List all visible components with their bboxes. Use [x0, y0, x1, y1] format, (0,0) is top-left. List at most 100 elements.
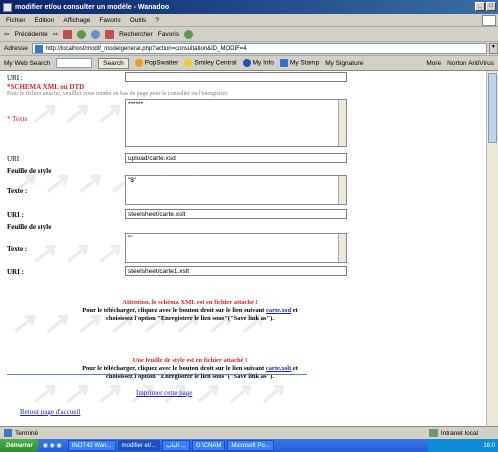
texte-label: * Texte [7, 115, 28, 123]
address-dropdown-button[interactable]: ▼ [488, 43, 498, 54]
window-controls: _ □ [475, 2, 496, 11]
standard-toolbar: ⇦ Précédente ⇨ Rechercher Favoris [0, 27, 498, 42]
media-icon[interactable] [105, 29, 115, 39]
zone-label: Intranet local [440, 429, 478, 437]
popswatter-button[interactable]: PopSwatter [134, 59, 179, 67]
norton-antivirus-button[interactable]: Norton AntiVirus [447, 60, 494, 67]
uri2-label: URI [7, 155, 20, 163]
taskbar-item[interactable]: Microsoft Po... [227, 440, 274, 451]
info-icon [242, 59, 251, 67]
favorites-button[interactable]: Favoris [158, 31, 179, 38]
page-content: ↗ ↗ ↗ ↗ ↗ ↗ ↗ ↗ ↗ ↗ ↗ ↗ ↗ ↗ ↗ ↗ ↗ ↗ ↗ ↗ … [0, 71, 498, 439]
carte-xslt-link[interactable]: carte.xslt [266, 365, 291, 372]
notice2-title: Une feuille de style est en fichier atta… [132, 357, 248, 364]
popswatter-icon [134, 59, 143, 67]
taskbar-item[interactable]: INOT42 Wan... [67, 440, 116, 451]
menu-outils[interactable]: Outils [130, 17, 147, 24]
uri2-input[interactable]: upload/carte.xsd [125, 153, 347, 163]
notice2-line1-after: et [292, 365, 298, 372]
address-bar: Adresse http://localhost/modif_modelgene… [0, 42, 498, 56]
notice1-line2: choisissez l'option "Enregistrer le lien… [106, 315, 274, 322]
notice1-line1-text: Pour le télécharger, cliquez avec le bou… [82, 307, 265, 314]
status-text: Terminé [15, 429, 39, 437]
mywebsearch-label[interactable]: My Web Search [4, 60, 50, 67]
page-icon [34, 44, 43, 53]
more-button[interactable]: More [426, 60, 441, 67]
notice1-line1-after: et [292, 307, 298, 314]
home-icon[interactable] [91, 29, 101, 39]
notice2-line1: Pour le télécharger, cliquez avec le bou… [40, 365, 340, 373]
page-scrollbar[interactable] [486, 71, 498, 439]
back-arrow-icon[interactable]: ⇦ [4, 30, 9, 38]
start-button[interactable]: Démarrer [0, 439, 39, 452]
notice1-title: Attention, le schéma XML est en fichier … [122, 299, 258, 306]
uri3-input[interactable]: steelsheet/carte.xslt [125, 209, 347, 219]
window-titlebar: modifier et/ou consulter un modèle - Wan… [0, 0, 498, 14]
texte2-label: Texte : [7, 245, 28, 253]
texte-value: ****** [128, 101, 144, 108]
address-url: http://localhost/modif_modelgeneral.php?… [45, 45, 247, 52]
page-done-icon [4, 429, 12, 437]
horizontal-rule [7, 374, 307, 375]
mysignature-button[interactable]: My Signature [325, 60, 363, 67]
address-input[interactable]: http://localhost/modif_modelgeneral.php?… [31, 43, 487, 54]
stylesheet-attachment-notice: Une feuille de style est en fichier atta… [40, 357, 340, 381]
search-button[interactable]: Rechercher [119, 31, 153, 38]
page-scrollbar-thumb[interactable] [488, 73, 497, 143]
security-zone: Intranet local [428, 429, 478, 437]
menu-affichage[interactable]: Affichage [63, 17, 90, 24]
stamp-icon [279, 59, 288, 67]
uri4-label: URI : [7, 268, 24, 276]
history-icon[interactable] [184, 29, 194, 39]
refresh-icon[interactable] [77, 29, 87, 39]
texte2-textarea[interactable]: "" [125, 233, 347, 263]
address-label: Adresse [4, 45, 28, 52]
taskbar-item[interactable]: G:\CNAM [191, 440, 226, 451]
web-search-input[interactable] [56, 58, 93, 68]
intranet-icon [428, 429, 438, 437]
myinfo-button[interactable]: My Info [242, 59, 274, 67]
mystamp-button[interactable]: My Stamp [279, 59, 320, 67]
windows-flag-icon [482, 15, 496, 26]
textarea-scrollbar[interactable] [338, 234, 346, 262]
print-page-link[interactable]: Imprimer cette page [136, 389, 192, 397]
menu-favoris[interactable]: Favoris [99, 17, 120, 24]
smiley-label: Smiley Central [194, 59, 237, 67]
carte-xsd-link[interactable]: carte.xsd [266, 307, 291, 314]
home-page-link[interactable]: Retour page d'accueil [20, 408, 80, 416]
mysignature-label: My Signature [325, 59, 364, 67]
menu-help[interactable]: ? [155, 17, 159, 24]
stop-icon[interactable] [63, 29, 73, 39]
notice2-line1-text: Pour le télécharger, cliquez avec le bou… [82, 365, 265, 372]
quicklaunch-icons[interactable]: ◉ ◉ ◉ [43, 442, 62, 449]
textarea-scrollbar[interactable] [338, 176, 346, 204]
back-button[interactable]: Précédente [14, 31, 47, 38]
uri-input[interactable] [125, 72, 347, 82]
notice1-line1: Pour le télécharger, cliquez avec le bou… [40, 307, 340, 315]
browser-icon [3, 2, 12, 12]
textarea-scrollbar[interactable] [338, 100, 346, 146]
texte1-textarea[interactable]: "$" [125, 175, 347, 205]
menu-edition[interactable]: Edition [35, 17, 55, 24]
style1-title: Feuille de style [7, 167, 52, 175]
forward-arrow-icon[interactable]: ⇨ [53, 30, 58, 38]
menu-fichier[interactable]: Fichier [6, 17, 26, 24]
texte-textarea[interactable]: ****** [125, 99, 347, 147]
search-go-button[interactable]: Search [98, 57, 129, 69]
start-label: Démarrer [6, 442, 33, 449]
uri4-input[interactable]: steelsheet/carte1.xslt [125, 266, 347, 276]
mystamp-label: My Stamp [289, 59, 320, 67]
taskbar-item-active[interactable]: modifier et/... [117, 440, 161, 451]
style2-title: Feuille de style [7, 223, 52, 231]
uri3-label: URI : [7, 211, 24, 219]
taskbar-item[interactable]: الباب‎ ... [162, 440, 190, 451]
schema-title: *SCHEMA XML ou DTD [7, 83, 85, 91]
maximize-button[interactable]: □ [486, 2, 496, 11]
smiley-central-button[interactable]: Smiley Central [184, 59, 237, 67]
minimize-button[interactable]: _ [475, 2, 485, 11]
popswatter-label: PopSwatter [144, 59, 179, 67]
system-tray: 16:0 [428, 439, 498, 452]
myinfo-label: My Info [252, 59, 274, 67]
menu-bar: Fichier Edition Affichage Favoris Outils… [0, 14, 498, 27]
window-title: modifier et/ou consulter un modèle - Wan… [15, 3, 170, 11]
